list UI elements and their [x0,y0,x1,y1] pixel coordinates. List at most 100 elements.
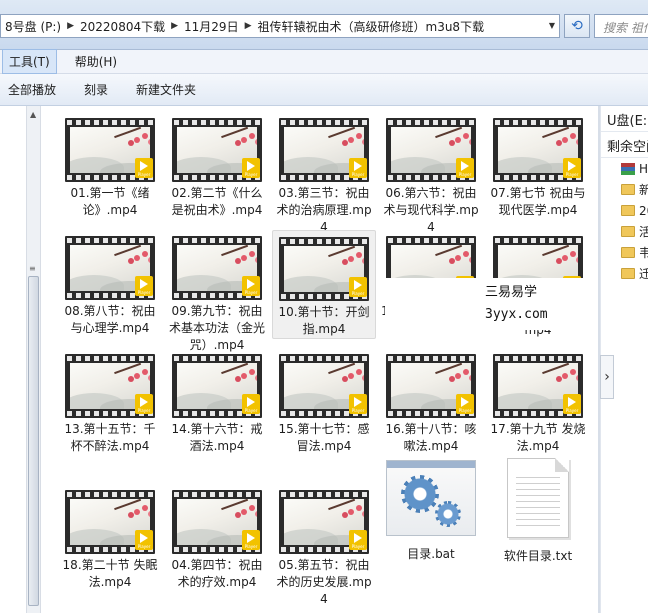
chevron-right-icon: › [604,369,610,385]
video-thumbnail: Player [493,354,583,418]
file-item[interactable]: Player 01.第一节《绪论》.mp4 [58,112,162,219]
file-item[interactable]: Player 17.第十九节 发烧法.mp4 [486,348,590,455]
file-item[interactable]: Player 05.第五节：祝由术的历史发展.mp4 [272,484,376,608]
nav-item[interactable]: 20 [601,200,648,221]
refresh-button[interactable]: ⟲ [564,14,590,38]
breadcrumb-current-folder[interactable]: 祖传轩辕祝由术（高级研修班）m3u8下载 [254,18,489,35]
file-list: Player 01.第一节《绪论》.mp4 Player 02.第二节《什么是祝… [48,106,598,613]
free-space-label: 剩余空间 [601,132,648,158]
player-icon: Player [135,158,153,178]
play-all-button[interactable]: 全部播放 [8,77,56,102]
video-thumbnail: Player [65,236,155,300]
file-item[interactable]: Player 09.第九节：祝由术基本功法（金光咒）.mp4 [165,230,269,354]
video-thumbnail: Player [172,490,262,554]
nav-item-label: 韦 [639,244,648,261]
file-name: 02.第二节《什么是祝由术》.mp4 [171,186,263,217]
folder-icon [621,268,635,279]
chevron-right-icon[interactable]: ▶ [169,21,180,31]
file-name: 13.第十五节：千杯不醉法.mp4 [64,422,156,453]
video-thumbnail: Player [279,490,369,554]
new-folder-button[interactable]: 新建文件夹 [136,77,196,102]
folder-icon [621,247,635,258]
nav-item-label: 20 [639,203,648,218]
file-name: 15.第十七节：感冒法.mp4 [278,422,370,453]
player-icon: Player [349,394,367,414]
file-name: 10.第十节：开剑指.mp4 [278,305,370,336]
file-item[interactable]: Player 13.第十五节：千杯不醉法.mp4 [58,348,162,455]
breadcrumb-drive[interactable]: 8号盘 (P:) [1,18,65,35]
video-thumbnail: Player [386,118,476,182]
video-thumbnail: Player [172,118,262,182]
folder-icon [621,226,635,237]
nav-item[interactable]: 活 [601,221,648,242]
nav-item-label: 活 [639,223,648,240]
chevron-right-icon[interactable]: ▶ [65,21,76,31]
watermark-overlay: 三易易学 3yyx.com [385,278,599,330]
dropdown-arrow-icon[interactable]: ▼ [549,21,555,30]
menu-tools[interactable]: 工具(T) [2,49,57,74]
player-icon: Player [349,530,367,550]
breadcrumb[interactable]: 8号盘 (P:) ▶ 20220804下载 ▶ 11月29日 ▶ 祖传轩辕祝由术… [0,14,560,38]
folder-icon [621,184,635,195]
menu-help[interactable]: 帮助(H) [69,50,123,73]
player-icon: Player [349,277,367,297]
breadcrumb-folder-download[interactable]: 20220804下载 [76,18,169,35]
file-name: 08.第八节：祝由与心理学.mp4 [64,304,156,335]
watermark-line-1: 三易易学 [485,285,538,300]
nav-item[interactable]: H [601,158,648,179]
file-item[interactable]: Player 07.第七节 祝由与现代医学.mp4 [486,112,590,219]
command-toolbar: 全部播放 刻录 新建文件夹 [0,74,648,106]
file-item[interactable]: Player 14.第十六节：戒酒法.mp4 [165,348,269,455]
nav-item[interactable]: 新 [601,179,648,200]
stack-icon [621,162,635,175]
file-name: 05.第五节：祝由术的历史发展.mp4 [276,558,372,606]
scroll-up-icon[interactable]: ▲ [30,110,36,119]
nav-item-label: 新 [639,181,648,198]
player-icon: Player [563,394,581,414]
folder-icon [621,205,635,216]
nav-item[interactable]: 韦 [601,242,648,263]
player-icon: Player [242,394,260,414]
player-icon: Player [242,158,260,178]
video-thumbnail: Player [172,236,262,300]
scroll-thumb[interactable] [28,276,39,606]
file-item[interactable]: Player 18.第二十节 失眠法.mp4 [58,484,162,591]
burn-button[interactable]: 刻录 [84,77,108,102]
video-thumbnail: Player [493,118,583,182]
file-item[interactable]: Player 03.第三节：祝由术的治病原理.mp4 [272,112,376,236]
file-item[interactable]: Player 02.第二节《什么是祝由术》.mp4 [165,112,269,219]
file-name: 04.第四节：祝由术的疗效.mp4 [171,558,263,589]
file-name: 07.第七节 祝由与现代医学.mp4 [490,186,586,217]
video-thumbnail: Player [65,354,155,418]
file-item[interactable]: 软件目录.txt [486,456,590,565]
file-item[interactable]: Player 16.第十八节：咳嗽法.mp4 [379,348,483,455]
file-name: 14.第十六节：戒酒法.mp4 [171,422,263,453]
vertical-scrollbar[interactable]: ▲ ≡ [26,106,41,613]
breadcrumb-folder-date[interactable]: 11月29日 [180,18,243,35]
menu-bar: 工具(T) 帮助(H) [0,49,648,74]
file-item[interactable]: Player 15.第十七节：感冒法.mp4 [272,348,376,455]
search-input[interactable]: 搜索 祖传 [594,14,648,38]
player-icon: Player [349,158,367,178]
expand-pane-button[interactable]: › [600,355,614,399]
file-name: 软件目录.txt [503,549,573,563]
video-thumbnail: Player [279,118,369,182]
drive-header[interactable]: U盘(E:) [601,106,648,132]
file-item[interactable]: Player 08.第八节：祝由与心理学.mp4 [58,230,162,337]
player-icon: Player [242,530,260,550]
player-icon: Player [135,530,153,550]
nav-item[interactable]: 迁 [601,263,648,284]
file-name: 18.第二十节 失眠法.mp4 [62,558,158,589]
file-name: 16.第十八节：咳嗽法.mp4 [385,422,477,453]
video-thumbnail: Player [279,354,369,418]
player-icon: Player [563,158,581,178]
file-item[interactable]: Player 04.第四节：祝由术的疗效.mp4 [165,484,269,591]
file-item[interactable]: 目录.bat [379,456,483,563]
video-thumbnail: Player [65,490,155,554]
video-thumbnail: Player [65,118,155,182]
file-item[interactable]: Player 06.第六节：祝由术与现代科学.mp4 [379,112,483,236]
chevron-right-icon[interactable]: ▶ [243,21,254,31]
file-item-selected[interactable]: Player 10.第十节：开剑指.mp4 [272,230,376,339]
video-thumbnail: Player [386,354,476,418]
nav-item-label: H [639,161,648,176]
